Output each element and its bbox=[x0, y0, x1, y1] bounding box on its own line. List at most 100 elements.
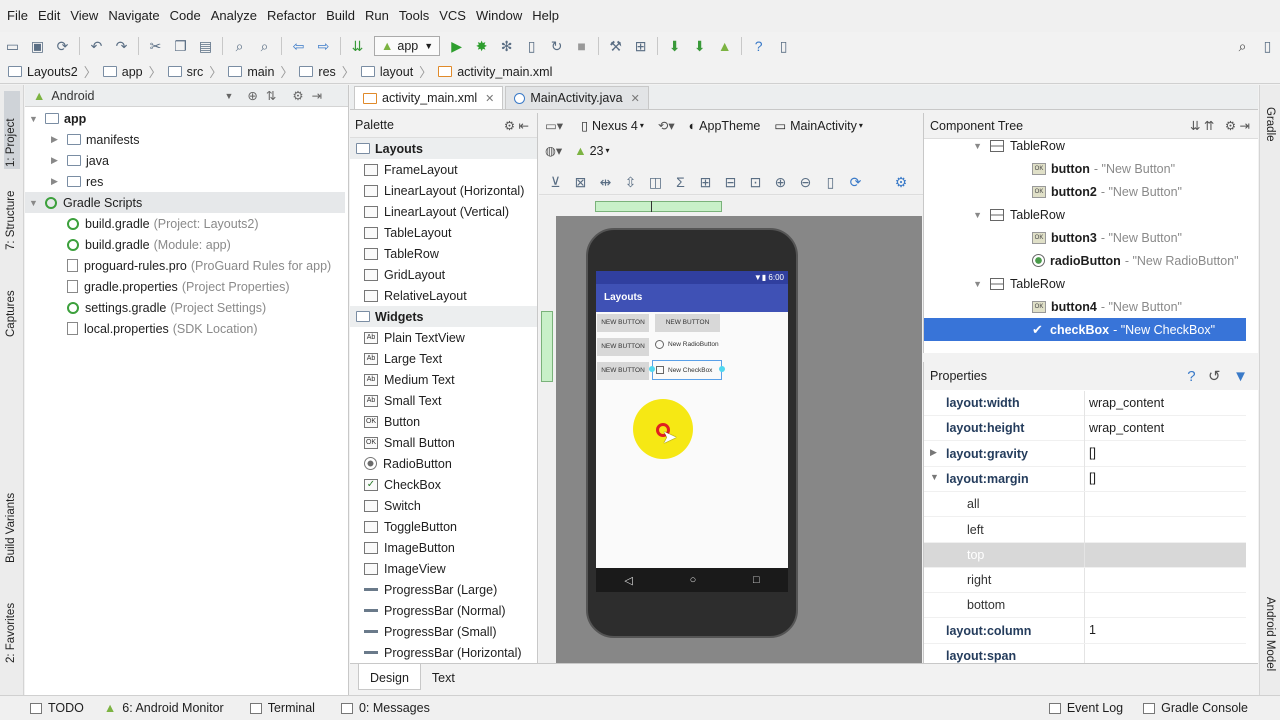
screenshot-icon[interactable]: ▯ bbox=[820, 171, 842, 193]
api-level-selector[interactable]: ▲ 23 ▾ bbox=[574, 144, 609, 158]
palette-item[interactable]: ToggleButton bbox=[350, 516, 537, 537]
property-row[interactable]: ▼ layout:margin [] bbox=[924, 466, 1246, 492]
property-row[interactable]: layout:width wrap_content bbox=[924, 390, 1246, 416]
menu-file[interactable]: File bbox=[2, 0, 33, 32]
project-tree-item[interactable]: ▶ res bbox=[51, 171, 103, 192]
menu-navigate[interactable]: Navigate bbox=[103, 0, 164, 32]
clear-weights-icon[interactable]: ⊟ bbox=[720, 171, 742, 193]
preview-button-3[interactable]: NEW BUTTON bbox=[597, 338, 649, 356]
resize-handle-left[interactable] bbox=[649, 366, 655, 372]
expanded-arrow-icon[interactable]: ▼ bbox=[924, 279, 990, 289]
copy-icon[interactable]: ❐ bbox=[170, 35, 192, 57]
palette-item[interactable]: ProgressBar (Small) bbox=[350, 621, 537, 642]
refresh-icon[interactable]: ⟳ bbox=[845, 171, 867, 193]
project-view-selector[interactable]: Android bbox=[51, 89, 94, 103]
project-tree-item[interactable]: proguard-rules.pro (ProGuard Rules for ap… bbox=[51, 255, 331, 276]
property-value[interactable] bbox=[1084, 542, 1246, 568]
component-tree-item[interactable]: ▼ TableRow bbox=[924, 134, 1246, 157]
collapse-all-icon[interactable]: ⇈ bbox=[1204, 119, 1214, 133]
component-tree-item[interactable]: ✔ checkBox - "New CheckBox" bbox=[924, 318, 1246, 341]
scroll-from-source-icon[interactable]: ⊕ bbox=[247, 88, 257, 103]
avd-manager-icon[interactable]: ⬇ bbox=[664, 35, 686, 57]
property-value[interactable]: wrap_content bbox=[1084, 390, 1246, 416]
palette-item[interactable]: ImageView bbox=[350, 558, 537, 579]
settings-gear-icon[interactable]: ⚙ bbox=[292, 88, 303, 103]
menu-view[interactable]: View bbox=[65, 0, 103, 32]
component-tree-item[interactable]: OK button2- "New Button" bbox=[924, 180, 1246, 203]
coverage-icon[interactable]: ▯ bbox=[521, 35, 543, 57]
zoom-in-icon[interactable]: ⊕ bbox=[770, 171, 792, 193]
make-project-icon[interactable]: ⇊ bbox=[347, 35, 369, 57]
sum-weights-icon[interactable]: Σ bbox=[670, 171, 692, 193]
palette-category-widgets[interactable]: Widgets bbox=[350, 306, 537, 327]
property-value[interactable]: 1 bbox=[1084, 618, 1246, 644]
breadcrumb-item[interactable]: app bbox=[102, 65, 143, 79]
settings-gear-icon[interactable]: ⚙ bbox=[1225, 119, 1236, 133]
fill-icon[interactable]: ⊡ bbox=[745, 171, 767, 193]
breadcrumb-item[interactable]: activity_main.xml bbox=[438, 65, 552, 79]
rerun-icon[interactable]: ↻ bbox=[546, 35, 568, 57]
android-device-monitor-icon[interactable]: ▲ bbox=[714, 35, 736, 57]
property-row[interactable]: all bbox=[924, 491, 1246, 518]
stop-icon[interactable]: ■ bbox=[571, 35, 593, 57]
property-row[interactable]: top bbox=[924, 542, 1246, 568]
run-config-select[interactable]: ▲ app ▼ bbox=[374, 36, 441, 56]
palette-item[interactable]: Ab Plain TextView bbox=[350, 327, 537, 348]
close-icon[interactable]: ✕ bbox=[485, 92, 494, 105]
open-folder-icon[interactable]: ▭ bbox=[2, 35, 24, 57]
property-row[interactable]: right bbox=[924, 567, 1246, 594]
tool-tab-android-model[interactable]: Android Model bbox=[1264, 597, 1276, 671]
palette-item[interactable]: TableLayout bbox=[350, 222, 537, 243]
palette-item[interactable]: TableRow bbox=[350, 243, 537, 264]
menu-refactor[interactable]: Refactor bbox=[262, 0, 321, 32]
editor-tab[interactable]: activity_main.xml ✕ bbox=[354, 86, 504, 109]
layout-variant-icon[interactable]: ▭▾ bbox=[545, 118, 563, 133]
todo-tab[interactable]: TODO bbox=[30, 701, 84, 715]
cut-icon[interactable]: ✂ bbox=[145, 35, 167, 57]
toggle-viewport-icon[interactable]: ⊻ bbox=[545, 171, 567, 193]
orientation-icon[interactable]: ⟲▾ bbox=[658, 118, 675, 133]
preview-button-4[interactable]: NEW BUTTON bbox=[597, 362, 649, 380]
palette-item[interactable]: LinearLayout (Horizontal) bbox=[350, 180, 537, 201]
palette-item[interactable]: GridLayout bbox=[350, 264, 537, 285]
tool-tab-gradle[interactable]: Gradle bbox=[1264, 107, 1276, 142]
palette-item[interactable]: ImageButton bbox=[350, 537, 537, 558]
collapse-all-icon[interactable]: ⇅ bbox=[266, 88, 276, 103]
android-monitor-tab[interactable]: ▲ 6: Android Monitor bbox=[104, 701, 224, 715]
menu-help[interactable]: Help bbox=[527, 0, 564, 32]
expanded-arrow-icon[interactable]: ▼ bbox=[924, 210, 990, 220]
collapsed-arrow-icon[interactable]: ▶ bbox=[51, 134, 61, 145]
palette-item[interactable]: Ab Medium Text bbox=[350, 369, 537, 390]
resize-handle-right[interactable] bbox=[719, 366, 725, 372]
menu-run[interactable]: Run bbox=[360, 0, 394, 32]
property-value[interactable] bbox=[1084, 517, 1246, 542]
distribute-height-icon[interactable]: ⇳ bbox=[620, 171, 642, 193]
project-tree-item[interactable]: ▼ app bbox=[29, 108, 86, 129]
palette-item[interactable]: Ab Small Text bbox=[350, 390, 537, 411]
tool-tab-captures[interactable]: Captures bbox=[5, 290, 17, 337]
tool-tab-build-variants[interactable]: Build Variants bbox=[5, 493, 17, 563]
property-value[interactable] bbox=[1084, 592, 1246, 618]
palette-item[interactable]: RelativeLayout bbox=[350, 285, 537, 306]
gravity-icon[interactable]: ⊞ bbox=[695, 171, 717, 193]
collapsed-arrow-icon[interactable]: ▶ bbox=[51, 155, 61, 166]
preview-button-1[interactable]: NEW BUTTON bbox=[597, 314, 649, 332]
palette-item[interactable]: Ab Large Text bbox=[350, 348, 537, 369]
component-tree-item[interactable]: ▼ TableRow bbox=[924, 272, 1246, 295]
property-row[interactable]: layout:height wrap_content bbox=[924, 415, 1246, 442]
property-value[interactable]: [] bbox=[1084, 441, 1246, 467]
menu-edit[interactable]: Edit bbox=[33, 0, 65, 32]
align-icon[interactable]: ◫ bbox=[645, 171, 667, 193]
preview-checkbox[interactable]: New CheckBox bbox=[652, 360, 722, 380]
device-icon[interactable]: ▯ bbox=[773, 35, 795, 57]
messages-tab[interactable]: 0: Messages bbox=[340, 701, 430, 715]
collapsed-arrow-icon[interactable]: ▶ bbox=[51, 176, 61, 187]
chevron-down-icon[interactable]: ▼ bbox=[224, 91, 233, 101]
tool-tab-favorites[interactable]: 2: Favorites bbox=[5, 603, 17, 663]
preview-button-2[interactable]: NEW BUTTON bbox=[655, 314, 720, 332]
expanded-arrow-icon[interactable]: ▼ bbox=[29, 198, 39, 208]
component-tree-item[interactable]: OK button - "New Button" bbox=[924, 157, 1246, 180]
hide-panel-icon[interactable]: ⇥ bbox=[1240, 119, 1250, 133]
palette-item[interactable]: OK Small Button bbox=[350, 432, 537, 453]
redo-icon[interactable]: ↷ bbox=[111, 35, 133, 57]
